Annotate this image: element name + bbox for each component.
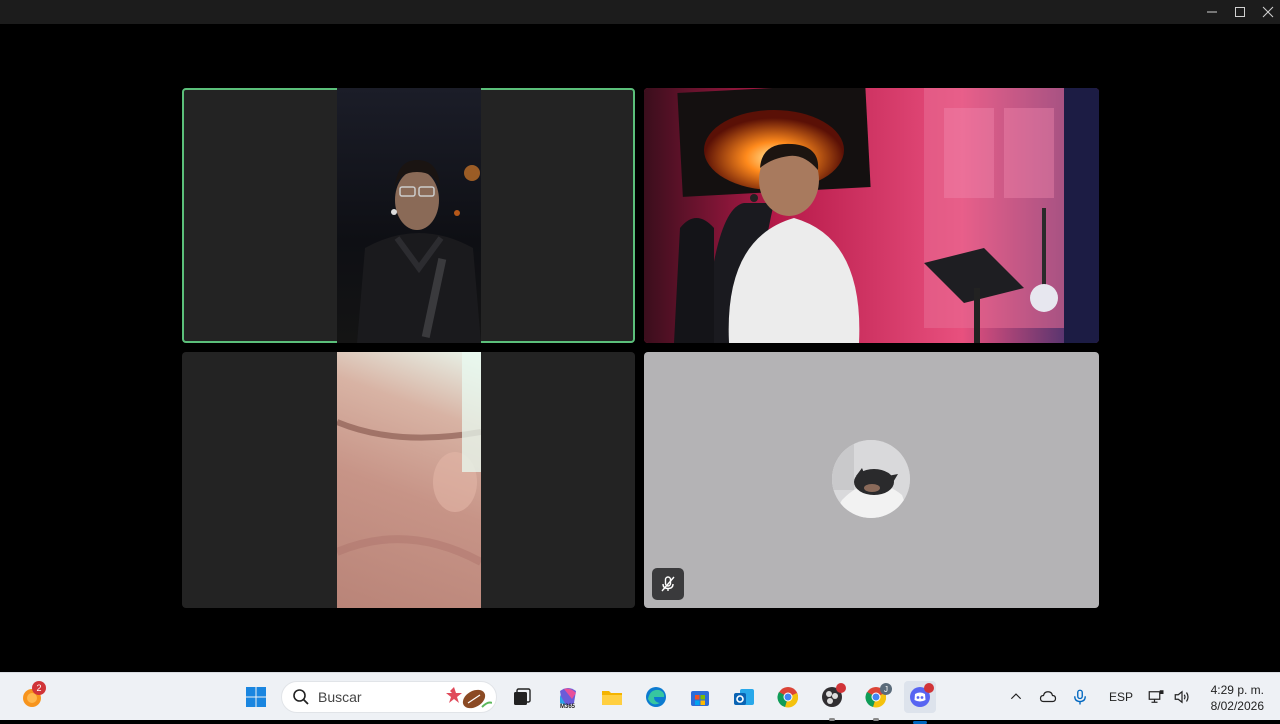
outlook-icon — [734, 689, 754, 705]
discord-button[interactable] — [904, 681, 936, 724]
dog-avatar-image — [832, 440, 910, 518]
microphone-button[interactable] — [1066, 681, 1094, 713]
m365-copilot-button[interactable]: M365 — [552, 681, 584, 713]
chrome-button[interactable] — [772, 681, 804, 713]
start-button[interactable] — [240, 681, 272, 713]
task-view-button[interactable] — [506, 681, 538, 713]
avatar — [832, 440, 910, 518]
language-indicator[interactable]: ESP — [1109, 690, 1133, 704]
notification-badge — [924, 683, 934, 693]
window-titlebar — [0, 0, 1280, 24]
file-explorer-button[interactable] — [596, 681, 628, 713]
store-icon — [691, 691, 709, 706]
profile-badge: J — [880, 683, 892, 695]
muted-indicator — [652, 568, 684, 600]
participant-video-3 — [337, 352, 481, 608]
edge-icon — [646, 687, 666, 707]
search-placeholder: Buscar — [318, 689, 362, 705]
close-icon — [1262, 6, 1274, 18]
network-button[interactable] — [1142, 681, 1170, 713]
maximize-button[interactable] — [1226, 0, 1254, 24]
notification-badge: 2 — [32, 681, 46, 695]
clock-time: 4:29 p. m. — [1210, 683, 1264, 697]
outlook-button[interactable] — [728, 681, 760, 713]
participant-video-1 — [337, 88, 481, 343]
participant-video-2 — [644, 88, 1099, 343]
close-button[interactable] — [1254, 0, 1280, 24]
gaming-chair — [674, 218, 714, 343]
person-in-car-video — [357, 160, 481, 343]
search-box[interactable]: Buscar — [281, 681, 497, 713]
minimize-button[interactable] — [1198, 0, 1226, 24]
cloud-icon — [1039, 691, 1057, 703]
chrome-icon — [777, 687, 799, 708]
participant-tile-3[interactable] — [182, 352, 635, 608]
edge-button[interactable] — [640, 681, 672, 713]
windows-start-icon — [246, 687, 266, 707]
minimize-icon — [1207, 11, 1217, 13]
participant-tile-1[interactable] — [182, 88, 635, 343]
store-button[interactable] — [684, 681, 716, 713]
file-explorer-icon — [602, 691, 622, 705]
mic-off-icon — [661, 576, 675, 592]
onedrive-button[interactable] — [1034, 681, 1062, 713]
chrome-profile-button[interactable]: J — [860, 681, 892, 721]
show-hidden-icons-button[interactable] — [1000, 681, 1032, 713]
search-highlight-football-icon — [446, 687, 492, 709]
obs-button[interactable] — [816, 681, 848, 721]
maximize-icon — [1235, 7, 1245, 17]
network-icon — [1148, 690, 1164, 703]
participant-tile-4[interactable] — [644, 352, 1099, 608]
speaker-icon — [1174, 690, 1189, 704]
microphone-icon — [1074, 689, 1086, 705]
taskbar: 2 Buscar M365 J ESP 4:29 p. m. 8/02/2026 — [0, 672, 1280, 724]
recording-badge — [836, 683, 846, 693]
meeting-window — [0, 0, 1280, 672]
chevron-up-icon — [1010, 693, 1022, 700]
widgets-button[interactable]: 2 — [16, 681, 48, 713]
blurry-closeup-video — [337, 352, 481, 566]
participant-tile-2[interactable] — [644, 88, 1099, 343]
volume-button[interactable] — [1168, 681, 1196, 713]
task-view-icon — [514, 688, 531, 705]
search-icon — [293, 689, 309, 705]
clock[interactable]: 4:29 p. m. 8/02/2026 — [1196, 679, 1272, 715]
m365-label: M365 — [560, 704, 576, 710]
clock-date: 8/02/2026 — [1210, 699, 1264, 713]
